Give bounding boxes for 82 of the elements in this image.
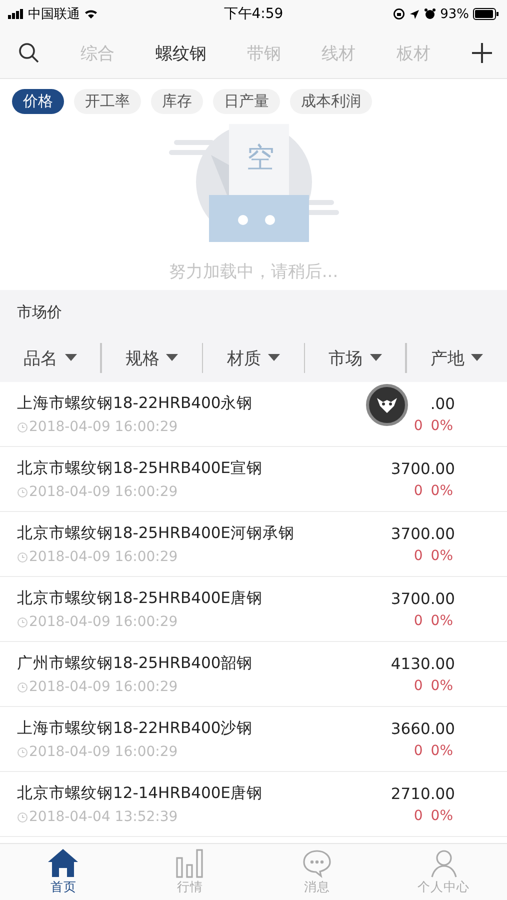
clock-icon <box>17 486 28 498</box>
clock-icon <box>17 616 28 628</box>
product-name: 北京市螺纹钢18-25HRB400E宣钢 <box>17 458 262 479</box>
price-row[interactable]: 上海市螺纹钢18-22HRB400沙钢 2018-04-09 16:00:29 3660.00 0 0% <box>0 707 507 772</box>
price-row[interactable]: 北京市螺纹钢18-25HRB400E唐钢 2018-04-09 16:00:29 3700.00 0 0% <box>0 577 507 642</box>
change-percent: 0% <box>430 418 453 434</box>
filter-dropdown[interactable]: 市场 <box>305 346 406 370</box>
price: 4130.00 <box>390 654 455 672</box>
price-row[interactable]: 上海市螺纹钢18-22HRB400永钢 2018-04-09 16:00:29 .00 0 0% <box>0 382 507 447</box>
price-change: 0 <box>414 678 423 694</box>
nav-tab[interactable]: 首页 <box>0 844 127 900</box>
price-change: 0 <box>414 808 423 824</box>
price: 3700.00 <box>390 524 455 542</box>
filter-dropdown[interactable]: 产地 <box>406 346 507 370</box>
clock-icon <box>17 422 28 432</box>
filter-dropdown[interactable]: 材质 <box>203 346 304 370</box>
price-change: 0 <box>414 482 423 498</box>
filter-chip[interactable]: 库存 <box>151 89 203 114</box>
filter-dropdown[interactable]: 品名 <box>0 346 100 370</box>
price: 3700.00 <box>390 460 455 478</box>
product-name: 上海市螺纹钢18-22HRB400永钢 <box>17 393 253 414</box>
location-icon <box>409 8 420 20</box>
change-percent: 0% <box>430 808 453 824</box>
home-icon <box>47 848 80 878</box>
battery-icon <box>473 8 499 20</box>
product-name: 上海市螺纹钢18-22HRB400沙钢 <box>17 718 253 739</box>
signal-icon <box>8 9 24 19</box>
clock-icon <box>17 682 28 692</box>
price-row[interactable]: 北京市螺纹钢18-25HRB400E河钢承钢 2018-04-09 16:00:29 3700.00 0 0% <box>0 512 507 577</box>
update-time: 2018-04-09 16:00:29 <box>29 679 178 695</box>
price-row[interactable]: 北京市螺纹钢12-14HRB400E唐钢 2018-04-04 13:52:39 2710.00 0 0% <box>0 772 507 837</box>
filter-chip[interactable]: 成本利润 <box>290 89 372 114</box>
product-name: 广州市螺纹钢18-25HRB400韶钢 <box>17 653 253 674</box>
dropdown-caret-icon <box>471 354 484 362</box>
change-percent: 0% <box>430 612 453 628</box>
dropdown-caret-icon <box>370 354 382 362</box>
filter-dropdown[interactable]: 规格 <box>102 346 202 370</box>
price-change: 0 <box>414 418 423 434</box>
product-name: 北京市螺纹钢12-14HRB400E唐钢 <box>17 783 262 804</box>
update-time: 2018-04-09 16:00:29 <box>29 614 178 630</box>
filter-chip[interactable]: 日产量 <box>213 89 280 114</box>
price: .00 <box>430 394 455 412</box>
carrier: 中国联通 <box>28 6 80 23</box>
filter-chip[interactable]: 开工率 <box>74 89 141 114</box>
update-time: 2018-04-09 16:00:29 <box>29 549 178 565</box>
floating-button[interactable] <box>366 384 408 426</box>
update-time: 2018-04-04 13:52:39 <box>29 809 178 825</box>
chat-bubble-icon <box>300 848 333 878</box>
price-change: 0 <box>414 612 423 628</box>
wifi-icon <box>84 9 98 19</box>
price: 3660.00 <box>390 720 455 738</box>
change-percent: 0% <box>430 482 453 498</box>
change-percent: 0% <box>430 742 453 758</box>
dropdown-caret-icon <box>268 354 280 362</box>
clock-icon <box>17 812 28 822</box>
dropdown-caret-icon <box>64 354 77 362</box>
price: 2710.00 <box>390 784 455 802</box>
section-header: 市场价 <box>0 290 507 334</box>
clock-icon <box>17 746 28 758</box>
price-change: 0 <box>414 548 423 564</box>
empty-glyph: 空 <box>246 144 276 172</box>
category-tab[interactable]: 螺纹钢 <box>151 36 210 70</box>
filter-chip[interactable]: 价格 <box>12 89 64 114</box>
product-name: 北京市螺纹钢18-25HRB400E唐钢 <box>17 588 262 609</box>
clock: 下午4:59 <box>224 5 284 23</box>
update-time: 2018-04-09 16:00:29 <box>29 484 178 500</box>
mascot-icon <box>375 396 399 414</box>
rotation-lock-icon <box>393 8 406 20</box>
battery-percent: 93% <box>440 6 469 22</box>
price-change: 0 <box>414 742 423 758</box>
update-time: 2018-04-09 16:00:29 <box>29 419 178 435</box>
dropdown-caret-icon <box>166 354 178 362</box>
update-time: 2018-04-09 16:00:29 <box>29 744 178 760</box>
product-name: 北京市螺纹钢18-25HRB400E河钢承钢 <box>17 523 294 544</box>
price-row[interactable]: 广州市螺纹钢18-25HRB400韶钢 2018-04-09 16:00:29 4130.00 0 0% <box>0 642 507 707</box>
change-percent: 0% <box>430 678 453 694</box>
loading-message: 努力加载中，请稍后... <box>168 261 338 283</box>
price-row[interactable]: 北京市螺纹钢18-25HRB400E宣钢 2018-04-09 16:00:29 3700.00 0 0% <box>0 447 507 512</box>
alarm-icon <box>424 8 436 20</box>
price: 3700.00 <box>390 590 455 608</box>
clock-icon <box>17 552 28 562</box>
change-percent: 0% <box>430 548 453 564</box>
